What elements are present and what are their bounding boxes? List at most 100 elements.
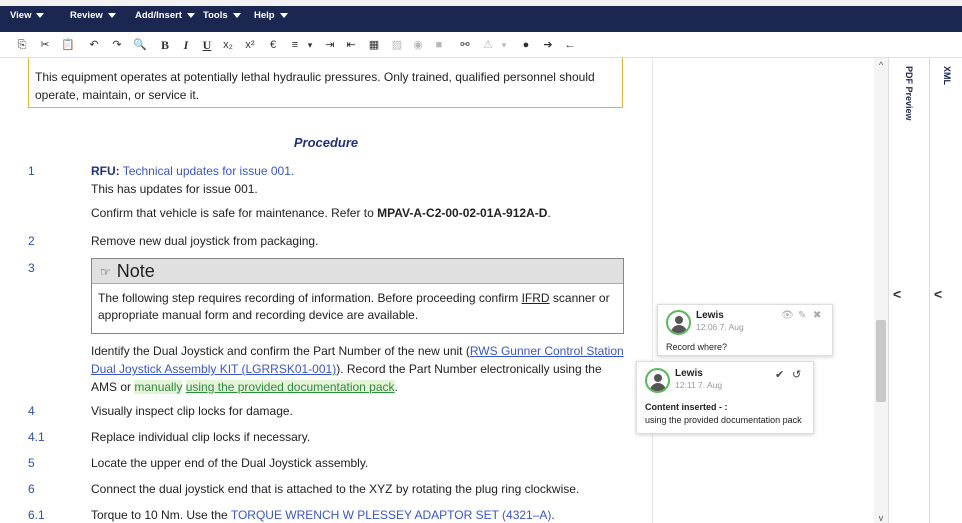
step-text: Replace individual clip locks if necessa… [91, 430, 311, 444]
reject-icon[interactable]: ↺ [792, 368, 801, 381]
arrow-right-icon[interactable]: ➔ [540, 37, 556, 53]
menu-help[interactable]: Help [254, 6, 288, 26]
eye-icon[interactable]: 👁 [781, 310, 794, 321]
list-icon[interactable]: ≡ [287, 37, 303, 53]
image-icon[interactable]: ▨ [389, 37, 405, 53]
camera-icon[interactable]: ◉ [410, 37, 426, 53]
note-box: ☞ Note The following step requires record… [91, 258, 624, 334]
table-icon[interactable]: ▦ [366, 37, 382, 53]
menu-bar: View Review Add/Insert Tools Help [0, 0, 962, 32]
pointing-hand-icon: ☞ [100, 264, 111, 279]
comment-time: 12:06 7. Aug [696, 322, 744, 332]
scrollbar[interactable]: ^ v [874, 58, 888, 523]
step-text-part: . [547, 206, 551, 220]
subscript-button[interactable]: x₂ [220, 37, 236, 53]
change-time: 12:11 7. Aug [675, 380, 723, 390]
pencil-icon[interactable]: ✎ [798, 310, 806, 321]
comment-author: Lewis [696, 310, 724, 321]
undo-icon[interactable]: ↶ [86, 37, 102, 53]
rfu-link[interactable]: Technical updates for issue 001. [123, 164, 294, 178]
pdf-preview-tab[interactable]: PDF Preview [904, 66, 914, 121]
chevron-down-icon [107, 12, 116, 18]
step-text: Torque to 10 Nm. Use the TORQUE WRENCH W… [91, 506, 631, 523]
paste-icon[interactable]: 📋 [60, 37, 76, 53]
step-text: Identify the Dual Joystick and confirm t… [91, 342, 626, 396]
inserted-text[interactable]: using the provided documentation pack [185, 380, 395, 394]
indent-icon[interactable]: ⇥ [322, 37, 338, 53]
menu-tools[interactable]: Tools [203, 6, 241, 26]
avatar [645, 368, 670, 393]
chevron-down-icon [232, 12, 241, 18]
chevron-down-icon [36, 12, 45, 18]
avatar [666, 310, 691, 335]
toolbar: ⎘ ✂ 📋 ↶ ↷ 🔍 B I U x₂ x² € ≡ ▾ ⇥ ⇤ ▦ ▨ ◉ … [0, 32, 962, 58]
warning-icon[interactable]: ⚠ [480, 37, 496, 53]
redo-icon[interactable]: ↷ [109, 37, 125, 53]
tool-link[interactable]: TORQUE WRENCH W PLESSEY ADAPTOR SET (432… [231, 508, 552, 522]
procedure-title: Procedure [293, 135, 359, 150]
chevron-down-icon[interactable]: ▾ [302, 37, 318, 53]
xml-panel: XML < [929, 58, 962, 523]
step-text-part: . [551, 508, 555, 522]
video-icon[interactable]: ■ [431, 37, 447, 53]
bold-button[interactable]: B [157, 37, 173, 53]
comment-card[interactable]: Lewis 12:06 7. Aug 👁 ✎ ✖ Record where? [657, 304, 833, 356]
chevron-left-icon[interactable]: < [893, 286, 901, 302]
menu-review[interactable]: Review [70, 6, 116, 26]
commented-text[interactable]: manually [134, 380, 183, 394]
menu-view-label: View [10, 10, 32, 21]
change-author: Lewis [675, 368, 703, 379]
menu-view[interactable]: View [10, 6, 45, 26]
change-card[interactable]: Lewis 12:11 7. Aug ✔ ↺ Content inserted … [636, 361, 814, 434]
step-text: Remove new dual joystick from packaging. [91, 234, 319, 248]
cut-icon[interactable]: ✂ [37, 37, 53, 53]
step-number: 1 [28, 164, 35, 178]
check-icon[interactable]: ✔ [775, 368, 784, 381]
note-header: ☞ Note [92, 259, 623, 284]
search-icon[interactable]: 🔍 [132, 37, 148, 53]
scrollbar-thumb[interactable] [876, 320, 886, 402]
comment-text: Record where? [666, 342, 728, 352]
comments-pane [652, 58, 874, 523]
copy-icon[interactable]: ⎘ [14, 37, 30, 53]
step-text: Locate the upper end of the Dual Joystic… [91, 456, 369, 470]
step-number: 2 [28, 234, 35, 248]
chevron-down-icon [279, 12, 288, 18]
step-text: Visually inspect clip locks for damage. [91, 404, 293, 418]
warning-text: This equipment operates at potentially l… [35, 70, 595, 102]
menu-add-insert[interactable]: Add/Insert [135, 6, 195, 26]
rfu-description: This has updates for issue 001. [91, 182, 258, 196]
superscript-button[interactable]: x² [242, 37, 258, 53]
rfu-label: RFU: [91, 164, 120, 178]
rfu-block: RFU: Technical updates for issue 001. Th… [91, 162, 631, 198]
outdent-icon[interactable]: ⇤ [343, 37, 359, 53]
document-area[interactable]: This equipment operates at potentially l… [0, 58, 652, 523]
change-label: Content inserted - : [645, 402, 728, 412]
step-number: 4 [28, 404, 35, 418]
chevron-left-icon[interactable]: < [934, 286, 942, 302]
change-text: using the provided documentation pack [645, 415, 802, 425]
comment-icon[interactable]: ● [518, 37, 534, 53]
note-text-part: The following step requires recording of… [98, 291, 522, 305]
step-text-part: Confirm that vehicle is safe for mainten… [91, 206, 378, 220]
italic-button[interactable]: I [178, 37, 194, 53]
scroll-up-icon[interactable]: ^ [876, 60, 886, 70]
chevron-down-icon[interactable]: ▾ [496, 37, 512, 53]
xml-tab[interactable]: XML [942, 66, 952, 85]
step-text: Confirm that vehicle is safe for mainten… [91, 204, 631, 222]
close-icon[interactable]: ✖ [813, 310, 821, 321]
data-module-reference[interactable]: MPAV-A-C2-00-02-01A-912A-D [377, 206, 547, 220]
arrow-left-icon[interactable]: ← [562, 37, 578, 53]
euro-icon[interactable]: € [265, 37, 281, 53]
menu-tools-label: Tools [203, 10, 228, 21]
scroll-down-icon[interactable]: v [876, 513, 886, 523]
menu-help-label: Help [254, 10, 275, 21]
note-body: The following step requires recording of… [92, 284, 623, 324]
note-abbreviation[interactable]: IFRD [522, 291, 550, 305]
menu-review-label: Review [70, 10, 103, 21]
pdf-preview-panel: PDF Preview < [888, 58, 929, 523]
underline-button[interactable]: U [199, 37, 215, 53]
step-number: 6 [28, 482, 35, 496]
step-number: 5 [28, 456, 35, 470]
link-icon[interactable]: ⚯ [457, 37, 473, 53]
